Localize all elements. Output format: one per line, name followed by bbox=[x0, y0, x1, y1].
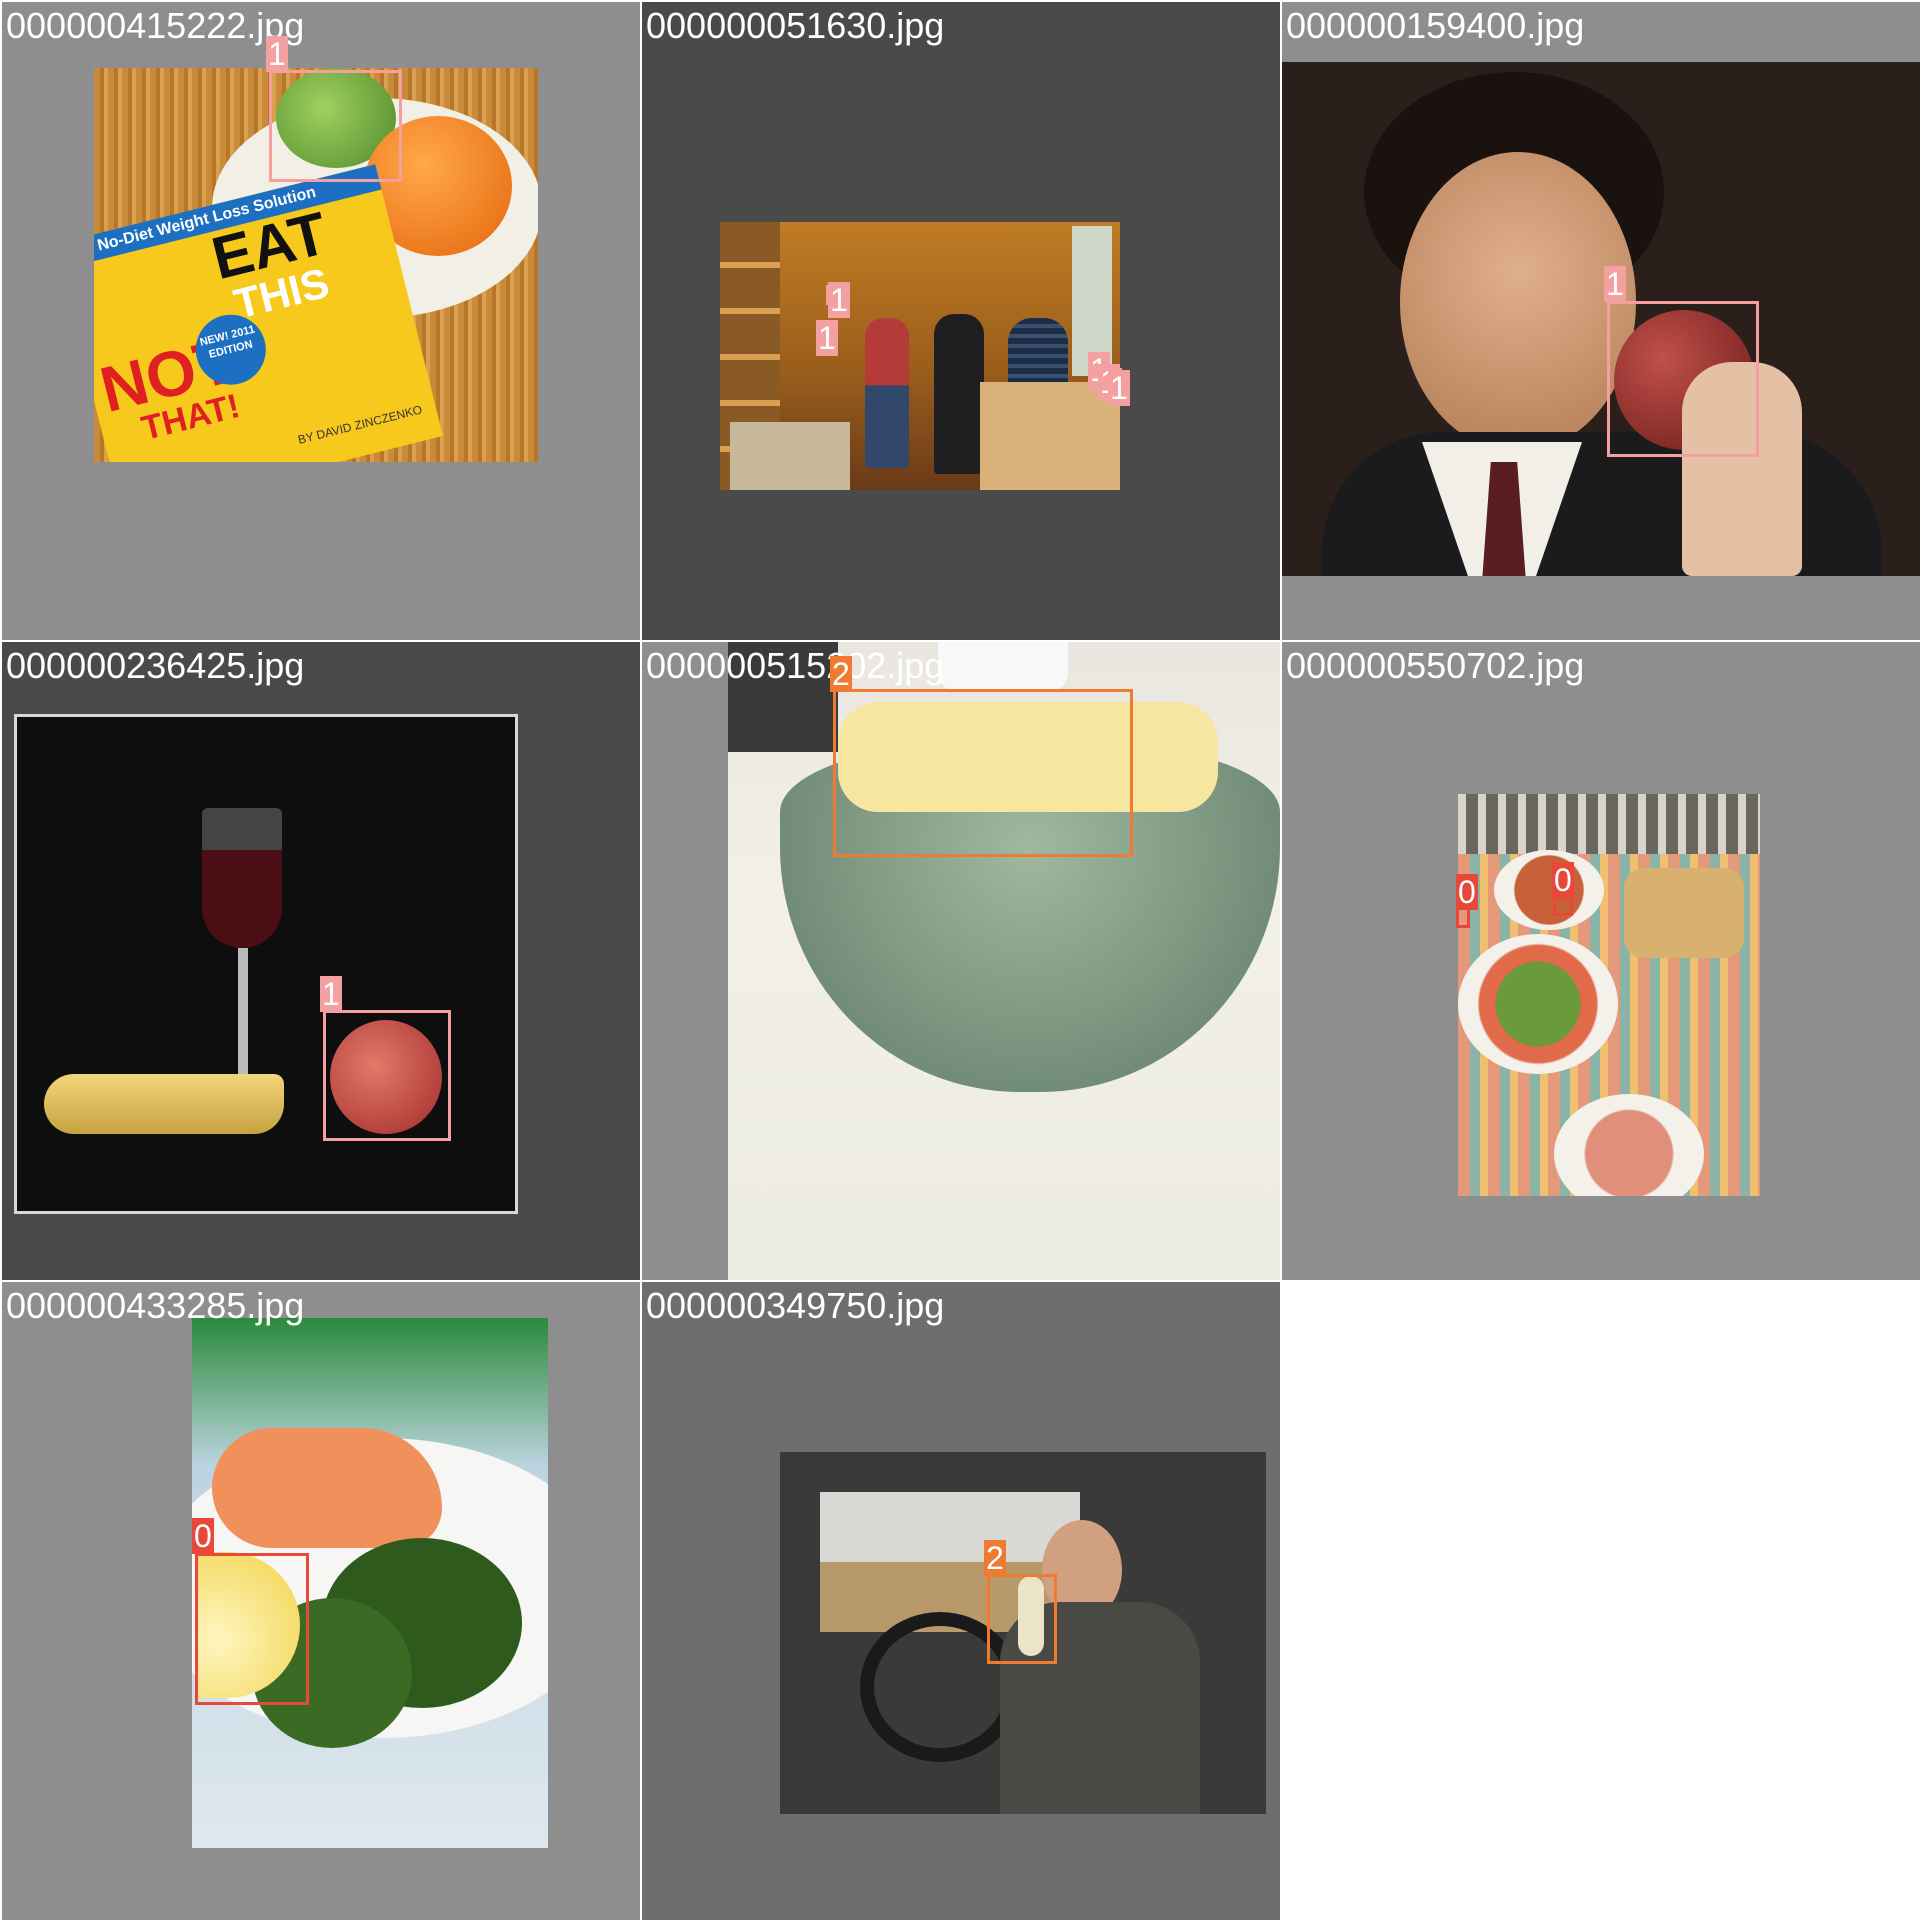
bbox-label: 1 bbox=[266, 36, 288, 72]
shrimp bbox=[212, 1428, 442, 1548]
bbox-label: 0 bbox=[1456, 874, 1478, 910]
bbox-class-1[interactable] bbox=[1607, 301, 1759, 457]
bbox-label: 2 bbox=[984, 1540, 1006, 1576]
magazine-byline: BY DAVID ZINCZENKO bbox=[296, 402, 424, 447]
tile-filename: 000000550702.jpg bbox=[1286, 645, 1585, 686]
bbox-label: 1 bbox=[1604, 266, 1626, 302]
tile-433285: 000000433285.jpg 0 bbox=[2, 1282, 640, 1920]
salad-plate bbox=[1458, 934, 1618, 1074]
tile-filename: 000000349750.jpg bbox=[646, 1285, 945, 1326]
tile-051630: 000000051630.jpg 1 1 1 1 1 bbox=[642, 2, 1280, 640]
bbox-class-2[interactable] bbox=[987, 1574, 1057, 1664]
tile-filename: 000000515202.jpg bbox=[646, 645, 945, 686]
bbox-class-1[interactable] bbox=[269, 70, 402, 182]
photo-table-meal bbox=[1458, 794, 1760, 1196]
wine-glass-bowl bbox=[202, 808, 282, 948]
bbox-label: 2 bbox=[830, 656, 852, 692]
tile-filename: 000000433285.jpg bbox=[6, 1285, 305, 1326]
face bbox=[1400, 152, 1636, 452]
tile-515202: 000000515202.jpg 2 bbox=[642, 642, 1280, 1280]
bbox-class-0[interactable] bbox=[195, 1553, 309, 1705]
tile-550702: 000000550702.jpg 0 0 bbox=[1282, 642, 1920, 1280]
tile-filename: 000000051630.jpg bbox=[646, 5, 945, 46]
bbox-label: 0 bbox=[1552, 862, 1574, 898]
tile-filename: 000000159400.jpg bbox=[1286, 5, 1585, 46]
tile-filename: 000000415222.jpg bbox=[6, 5, 305, 46]
person-plaid-shirt bbox=[865, 318, 909, 468]
tile-159400: 000000159400.jpg 1 bbox=[1282, 2, 1920, 640]
counter-left bbox=[730, 422, 850, 490]
bbox-label: 1 bbox=[1108, 370, 1130, 406]
bbox-label: 1 bbox=[828, 282, 850, 318]
tile-349750: 000000349750.jpg 2 bbox=[642, 1282, 1280, 1920]
bbox-class-2[interactable] bbox=[833, 689, 1133, 857]
kettle bbox=[938, 642, 1068, 692]
bbox-label: 1 bbox=[320, 976, 342, 1012]
bbox-label: 0 bbox=[192, 1518, 214, 1554]
tile-236425: 000000236425.jpg 1 bbox=[2, 642, 640, 1280]
photo-man-holding-apple bbox=[1282, 62, 1920, 576]
bbox-class-1[interactable] bbox=[323, 1010, 451, 1141]
bbox-label: 1 bbox=[816, 320, 838, 356]
soup-bowl bbox=[1554, 1094, 1704, 1196]
chair-backs bbox=[1458, 794, 1760, 854]
banana bbox=[44, 1074, 284, 1134]
tile-415222: The No-Diet Weight Loss Solution EAT THI… bbox=[2, 2, 640, 640]
photo-kitchen-people bbox=[720, 222, 1120, 490]
bbox-class-0[interactable] bbox=[1553, 896, 1573, 916]
person-dark-shirt bbox=[934, 314, 984, 474]
rice-plate bbox=[1494, 850, 1604, 930]
bread-basket bbox=[1624, 868, 1744, 958]
tile-filename: 000000236425.jpg bbox=[6, 645, 305, 686]
